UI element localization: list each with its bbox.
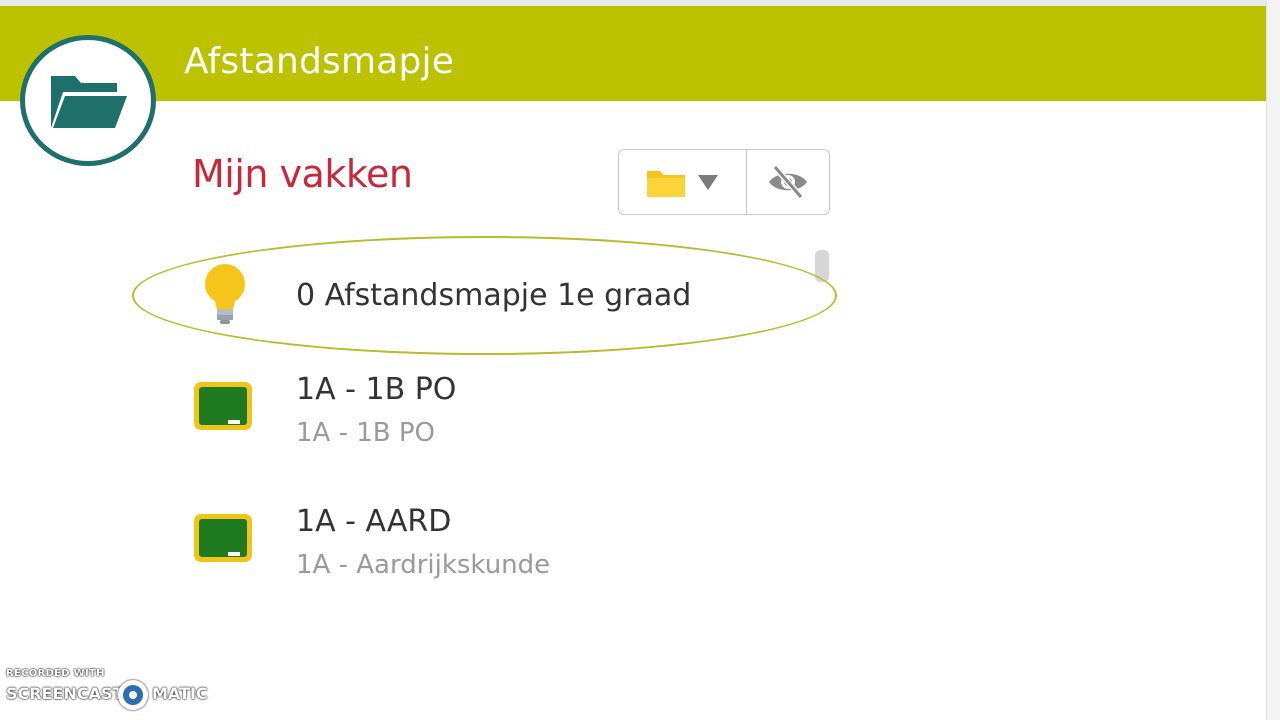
recording-watermark: RECORDED WITH SCREENCAST MATIC	[6, 668, 208, 714]
eye-slash-icon	[769, 165, 807, 199]
list-item[interactable]: 0 Afstandsmapje 1e graad	[180, 262, 1180, 342]
folder-icon	[646, 171, 685, 197]
chalkboard-icon	[192, 512, 254, 568]
list-toolbar	[618, 149, 830, 215]
item-subtitle: 1A - Aardrijkskunde	[296, 550, 551, 580]
folder-filter-button[interactable]	[619, 150, 747, 214]
section-title: Mijn vakken	[192, 152, 413, 196]
item-subtitle: 1A - 1B PO	[296, 418, 436, 448]
item-title: 0 Afstandsmapje 1e graad	[296, 278, 692, 313]
item-title: 1A - AARD	[296, 504, 452, 539]
item-title: 1A - 1B PO	[296, 372, 457, 407]
caret-down-icon	[697, 175, 718, 190]
app-logo	[20, 35, 156, 166]
page-title: Afstandsmapje	[184, 41, 455, 82]
lightbulb-icon	[200, 262, 250, 330]
window-scrollbar[interactable]	[1266, 0, 1280, 720]
watermark-caption: RECORDED WITH	[6, 668, 105, 679]
list-item[interactable]: 1A - AARD 1A - Aardrijkskunde	[180, 504, 1180, 584]
watermark-brand-left: SCREENCAST	[6, 684, 124, 703]
toggle-hidden-button[interactable]	[747, 150, 829, 214]
header-bar: Afstandsmapje	[0, 6, 1266, 101]
watermark-brand-right: MATIC	[152, 684, 208, 703]
screencast-logo-icon	[118, 680, 148, 710]
app-window: Afstandsmapje Mijn vakken 0 Afstandsmapj…	[0, 0, 1280, 720]
folder-open-icon	[51, 75, 127, 128]
chalkboard-icon	[192, 380, 254, 436]
list-item[interactable]: 1A - 1B PO 1A - 1B PO	[180, 372, 1180, 452]
